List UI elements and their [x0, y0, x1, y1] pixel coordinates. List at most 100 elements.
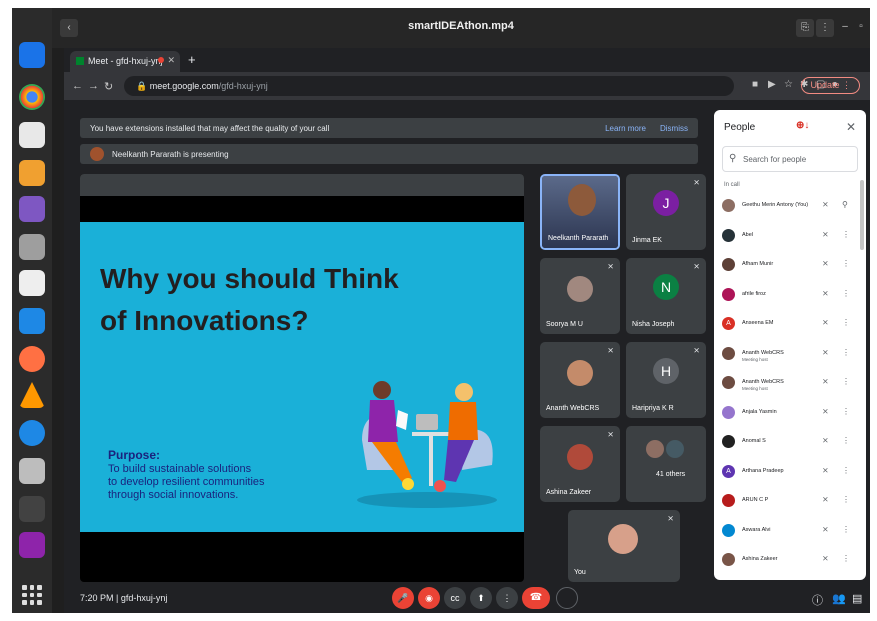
participant-row[interactable]: Aswara Alvi ⨯ ⋮ — [714, 517, 864, 545]
mic-off-icon: ⨯ — [693, 178, 700, 187]
document-app-icon[interactable] — [19, 270, 45, 296]
present-button[interactable]: ⬆ — [470, 587, 492, 609]
presenter-avatar — [90, 147, 104, 161]
end-call-button[interactable]: ☎ — [522, 587, 550, 609]
forward-arrow-icon[interactable]: → — [88, 80, 99, 92]
player-titlebar: ‹ smartIDEAthon.mp4 ⎘ ⋮ – ▫ — [52, 8, 870, 48]
participant-row[interactable]: Anjala Yasmin ⨯ ⋮ — [714, 399, 864, 427]
more-icon[interactable]: ⋮ — [842, 318, 850, 327]
participant-tile[interactable]: ⨯ Soorya M U — [540, 258, 620, 334]
participant-row[interactable]: ARUN C P ⨯ ⋮ — [714, 487, 864, 515]
menu-button[interactable]: ⋮ — [816, 19, 834, 37]
participant-row[interactable]: Ananth WebCRS Meeting host ⨯ ⋮ — [714, 340, 864, 368]
vlc-app-icon[interactable] — [19, 382, 45, 408]
participant-avatar — [722, 228, 735, 242]
self-name: You — [574, 569, 586, 576]
participant-tile[interactable]: Neelkanth Pararath — [540, 174, 620, 250]
more-icon[interactable]: ⋮ — [842, 466, 850, 475]
info-icon[interactable]: ⓘ — [812, 592, 823, 608]
recording-indicator-icon — [158, 57, 164, 63]
participant-photo — [666, 440, 684, 458]
files-app-icon[interactable] — [19, 42, 45, 68]
participant-avatar: J — [653, 190, 679, 216]
archive-app-icon[interactable] — [19, 160, 45, 186]
participant-name: ARUN C P — [742, 497, 769, 503]
cast-icon[interactable]: ▶ — [768, 79, 776, 90]
participant-row[interactable]: Geethu Merin Antony (You) ⨯ ⚲ — [714, 192, 864, 220]
video-player-app-icon[interactable] — [19, 532, 45, 558]
maximize-icon[interactable]: ▫ — [854, 20, 868, 34]
search-app-icon[interactable] — [19, 458, 45, 484]
close-icon[interactable]: ✕ — [846, 120, 856, 134]
participant-tile[interactable]: ⨯ Ananth WebCRS — [540, 342, 620, 418]
participant-photo — [646, 440, 664, 458]
more-icon[interactable]: ⋮ — [842, 525, 850, 534]
more-icon[interactable]: ⋮ — [842, 377, 850, 386]
firefox-app-icon[interactable] — [19, 346, 45, 372]
folder-app-icon[interactable] — [19, 122, 45, 148]
participant-tile[interactable]: ⨯ Ashina Zakeer — [540, 426, 620, 502]
mic-toggle-button[interactable]: 🎤 — [392, 587, 414, 609]
camera-toggle-button[interactable]: ◉ — [418, 587, 440, 609]
more-icon[interactable]: ⚲ — [842, 200, 848, 209]
usb-app-icon[interactable] — [19, 496, 45, 522]
more-icon[interactable]: ⋮ — [842, 348, 850, 357]
participant-row[interactable]: Ananth WebCRS Meeting host ⨯ ⋮ — [714, 369, 864, 397]
participant-row[interactable]: afrile firoz ⨯ ⋮ — [714, 281, 864, 309]
more-options-button[interactable]: ⋮ — [496, 587, 518, 609]
mic-off-icon: ⨯ — [822, 259, 829, 268]
participant-row[interactable]: A Anseena EM ⨯ ⋮ — [714, 310, 864, 338]
chrome-app-icon[interactable] — [19, 84, 45, 110]
participant-row[interactable]: Ashina Zakeer ⨯ ⋮ — [714, 546, 864, 574]
screenshot-button[interactable]: ⎘ — [796, 19, 814, 37]
people-search-input[interactable]: ⚲ Search for people — [722, 146, 858, 172]
participant-row[interactable]: Abel ⨯ ⋮ — [714, 222, 864, 250]
participant-tile[interactable]: ⨯ H Haripriya K R — [626, 342, 706, 418]
screen-frame: ‹ smartIDEAthon.mp4 ⎘ ⋮ – ▫ Meet - gfd-h… — [12, 8, 870, 613]
participant-tile[interactable]: ⨯ J Jinma EK — [626, 174, 706, 250]
minimize-icon[interactable]: – — [838, 20, 852, 34]
add-people-icon[interactable]: ⊕↓ — [796, 120, 809, 131]
participant-name: Soorya M U — [546, 321, 583, 328]
more-icon[interactable]: ⋮ — [842, 259, 850, 268]
meeting-time-code: 7:20 PM | gfd-hxuj-ynj — [80, 593, 168, 603]
more-icon[interactable]: ⋮ — [842, 436, 850, 445]
mic-off-icon: ⨯ — [607, 430, 614, 439]
people-icon[interactable]: 👥 — [832, 592, 846, 605]
more-icon[interactable]: ⋮ — [842, 495, 850, 504]
writer-app-icon[interactable] — [19, 308, 45, 334]
camera-indicator-icon[interactable]: ■ — [752, 79, 758, 90]
chat-icon[interactable]: ▤ — [852, 592, 862, 605]
more-icon[interactable]: ⋮ — [842, 230, 850, 239]
learn-more-link[interactable]: Learn more — [605, 124, 646, 133]
show-apps-icon[interactable] — [22, 585, 42, 605]
url-bar[interactable]: 🔒 meet.google.com/gfd-hxuj-ynj — [124, 76, 734, 96]
participant-name: Ashina Zakeer — [546, 489, 592, 496]
participant-photo — [567, 276, 593, 302]
dismiss-link[interactable]: Dismiss — [660, 124, 688, 133]
mic-off-icon: ⨯ — [822, 406, 829, 416]
more-icon[interactable]: ⋮ — [842, 554, 850, 563]
participant-name: Ananth WebCRS — [742, 349, 784, 356]
bookmark-star-icon[interactable]: ☆ — [784, 79, 793, 90]
participant-row[interactable]: Afham Munir ⨯ ⋮ — [714, 251, 864, 279]
more-icon[interactable]: ⋮ — [842, 407, 850, 416]
participant-avatar — [722, 494, 735, 507]
media-app-icon[interactable] — [19, 196, 45, 222]
tools-app-icon[interactable] — [19, 234, 45, 260]
back-arrow-icon[interactable]: ← — [72, 80, 83, 92]
participant-row[interactable]: Anomal S ⨯ ⋮ — [714, 428, 864, 456]
more-icon[interactable]: ⋮ — [842, 289, 850, 298]
close-tab-icon[interactable]: ✕ — [167, 55, 175, 66]
update-button[interactable]: Update ⋮ — [801, 77, 860, 94]
participant-tile[interactable]: ⨯ N Nisha Joseph — [626, 258, 706, 334]
tab-meet[interactable]: Meet - gfd-hxuj-ynj ✕ — [70, 51, 180, 72]
new-tab-button[interactable]: + — [188, 52, 196, 67]
reload-icon[interactable]: ↻ — [104, 80, 113, 93]
others-tile[interactable]: 41 others — [626, 426, 706, 502]
self-tile[interactable]: ⨯ You — [568, 510, 680, 582]
participant-row[interactable]: A Arthana Pradeep ⨯ ⋮ — [714, 458, 864, 486]
help-app-icon[interactable] — [19, 420, 45, 446]
captions-button[interactable]: cc — [444, 587, 466, 609]
update-label: Update — [810, 80, 840, 90]
